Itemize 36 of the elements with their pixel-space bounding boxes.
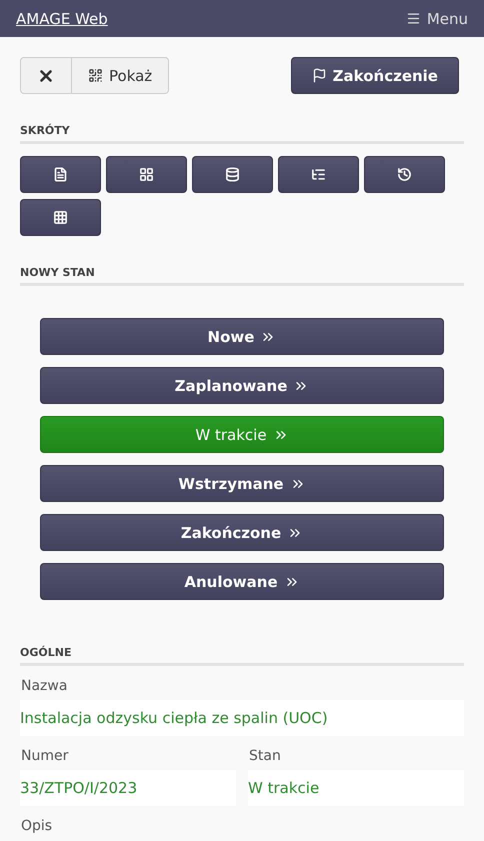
database-icon [225, 167, 240, 182]
finish-button[interactable]: Zakończenie [290, 57, 459, 94]
state-field: W trakcie [248, 770, 464, 806]
shortcut-button[interactable] [20, 199, 101, 236]
name-field: Instalacja odzysku ciepła ze spalin (UOC) [20, 700, 464, 736]
shortcut-button[interactable] [20, 156, 101, 193]
flag-icon [312, 68, 327, 83]
state-button[interactable]: Zaplanowane [40, 367, 444, 404]
shortcut-button[interactable] [192, 156, 273, 193]
shortcut-button[interactable] [278, 156, 359, 193]
shortcut-button[interactable] [364, 156, 445, 193]
qr-code-icon [88, 68, 103, 83]
state-button[interactable]: Zakończone [40, 514, 444, 551]
field-label: Stan [248, 747, 282, 766]
section-heading: NOWY STAN [20, 266, 464, 286]
section-heading: SKRÓTY [20, 124, 464, 144]
document-icon [53, 167, 68, 182]
field-label: Numer [20, 747, 70, 766]
state-button[interactable]: W trakcie [40, 416, 444, 453]
grid-icon [53, 210, 68, 225]
menu-button[interactable]: Menu [406, 10, 468, 28]
field-label: Opis [20, 817, 54, 836]
blocks-icon [139, 167, 154, 182]
shortcut-button[interactable] [106, 156, 187, 193]
tree-icon [311, 167, 326, 182]
state-button[interactable]: Anulowane [40, 563, 444, 600]
show-button[interactable]: Pokaż [72, 57, 170, 94]
history-icon [397, 167, 412, 182]
number-field: 33/ZTPO/I/2023 [20, 770, 236, 806]
section-heading: OGÓLNE [20, 646, 464, 666]
brand-link[interactable]: AMAGE Web [16, 10, 108, 28]
state-button[interactable]: Nowe [40, 318, 444, 355]
menu-icon [406, 11, 421, 26]
field-label: Nazwa [20, 677, 68, 696]
state-button[interactable]: Wstrzymane [40, 465, 444, 502]
close-button[interactable] [20, 57, 72, 94]
